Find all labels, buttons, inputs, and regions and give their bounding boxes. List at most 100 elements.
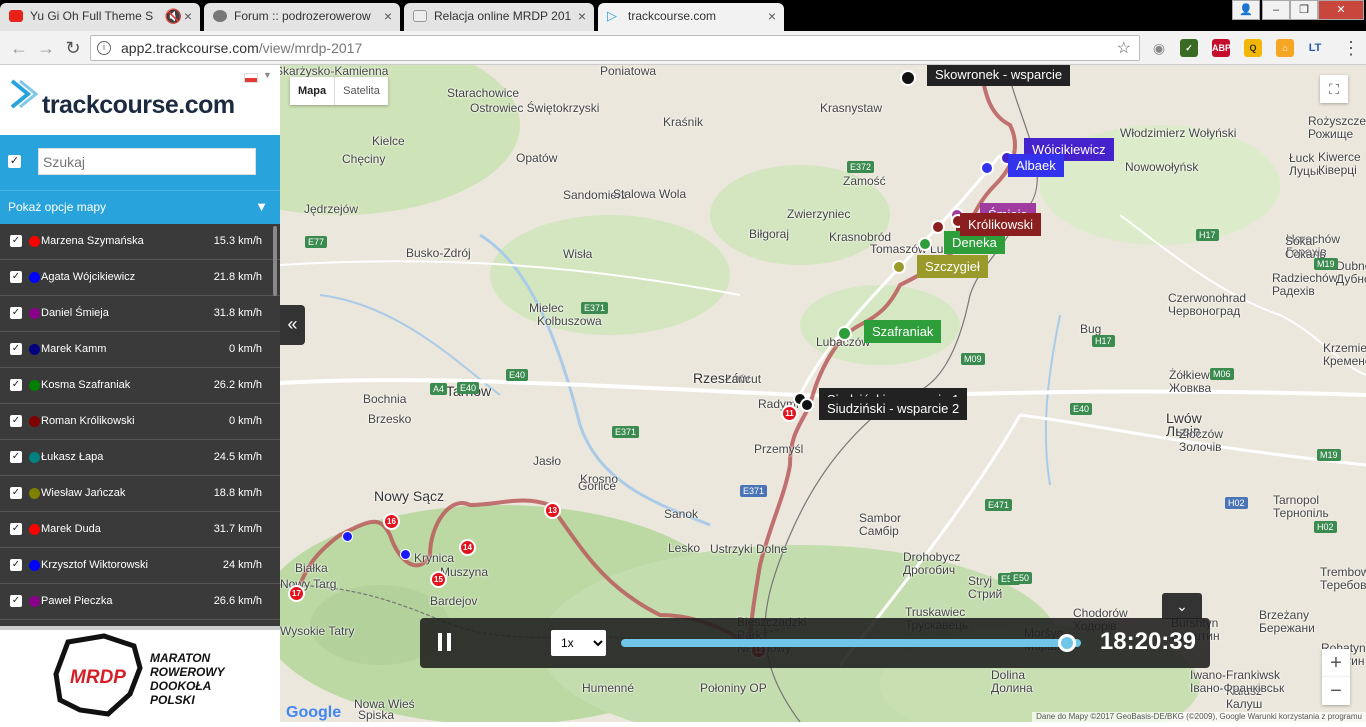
map-options-toggle[interactable]: Pokaż opcje mapy ▼ bbox=[0, 190, 280, 224]
close-icon[interactable]: × bbox=[184, 3, 192, 29]
shield-ext-icon[interactable]: ✓ bbox=[1180, 39, 1198, 57]
collapse-sidebar-button[interactable]: « bbox=[280, 305, 305, 345]
map-attribution: Dane do Mapy ©2017 GeoBasis-DE/BKG (©200… bbox=[1032, 712, 1366, 722]
playback-controls: 1x 18:20:39 bbox=[420, 618, 1210, 668]
town-label: Ostrowiec Świętokrzyski bbox=[470, 101, 600, 115]
tracker-pin[interactable] bbox=[980, 161, 994, 175]
close-icon[interactable]: × bbox=[384, 3, 392, 29]
abp-ext-icon[interactable]: ABP bbox=[1212, 39, 1231, 57]
rider-row[interactable]: ✓ Łukasz Łapa 24.5 km/h bbox=[0, 440, 280, 476]
rider-checkbox[interactable]: ✓ bbox=[10, 595, 22, 607]
timeline-slider[interactable] bbox=[621, 639, 1081, 647]
mute-icon[interactable]: 🔇 bbox=[165, 3, 182, 29]
playback-speed-select[interactable]: 1x bbox=[551, 630, 606, 656]
rider-row[interactable]: ✓ Kosma Szafraniak 26.2 km/h bbox=[0, 368, 280, 404]
back-icon[interactable]: ← bbox=[8, 37, 30, 59]
tracker-pin[interactable] bbox=[892, 260, 906, 274]
search-ext-icon[interactable]: Q bbox=[1244, 39, 1262, 57]
checkpoint-marker[interactable]: 15 bbox=[430, 571, 447, 588]
checkpoint-marker[interactable]: 13 bbox=[544, 502, 561, 519]
map-type-map-button[interactable]: Mapa bbox=[290, 77, 336, 105]
url-text: app2.trackcourse.com/view/mrdp-2017 bbox=[121, 40, 363, 56]
tab-trackcourse[interactable]: ▷ trackcourse.com × bbox=[598, 3, 784, 31]
tracker-label[interactable]: Szczygieł bbox=[917, 255, 988, 278]
town-label: Dubno Дубно bbox=[1336, 259, 1366, 286]
tracker-label[interactable]: Albaek bbox=[1008, 154, 1064, 177]
tracker-label[interactable]: Siudziński - wsparcie 2 bbox=[819, 397, 968, 420]
chevron-down-icon[interactable]: ▼ bbox=[263, 70, 272, 80]
forward-icon[interactable]: → bbox=[35, 37, 57, 59]
user-icon[interactable]: 👤 bbox=[1232, 0, 1260, 20]
checkpoint-marker[interactable]: 11 bbox=[781, 405, 798, 422]
rider-position-dot[interactable] bbox=[342, 531, 353, 542]
fullscreen-icon[interactable]: ⛶ bbox=[1320, 75, 1348, 103]
reload-icon[interactable]: ↻ bbox=[62, 37, 84, 59]
rider-row[interactable]: ✓ Paweł Pieczka 26.6 km/h bbox=[0, 584, 280, 620]
rider-row[interactable]: ✓ Daniel Śmieja 31.8 km/h bbox=[0, 296, 280, 332]
close-icon[interactable]: × bbox=[578, 3, 586, 29]
tracker-pin[interactable] bbox=[800, 398, 814, 412]
rider-row[interactable]: ✓ Roman Królikowski 0 km/h bbox=[0, 404, 280, 440]
rider-row[interactable]: ✓ Marzena Szymańska 15.3 km/h bbox=[0, 224, 280, 260]
road-shield: M06 bbox=[1210, 368, 1234, 380]
rider-checkbox[interactable]: ✓ bbox=[10, 487, 22, 499]
road-shield: E371 bbox=[740, 485, 768, 497]
tracker-label[interactable]: Szafraniak bbox=[864, 320, 942, 343]
checkpoint-marker[interactable]: 17 bbox=[288, 585, 305, 602]
window-close-button[interactable]: ✕ bbox=[1318, 0, 1364, 20]
map-type-satellite-button[interactable]: Satelita bbox=[335, 77, 388, 105]
tracker-pin[interactable] bbox=[918, 237, 932, 251]
search-input[interactable] bbox=[38, 148, 256, 175]
rider-checkbox[interactable]: ✓ bbox=[10, 343, 22, 355]
rider-name: Krzysztof Wiktorowski bbox=[41, 559, 148, 571]
trackcourse-icon: ▷ bbox=[607, 8, 617, 23]
close-icon[interactable]: × bbox=[768, 3, 776, 29]
flag-pl-icon[interactable] bbox=[244, 73, 258, 83]
rider-checkbox[interactable]: ✓ bbox=[10, 415, 22, 427]
tab-relacja[interactable]: Relacja online MRDP 201 × bbox=[404, 3, 594, 31]
rider-checkbox[interactable]: ✓ bbox=[10, 523, 22, 535]
hide-player-button[interactable]: ⌄ bbox=[1162, 593, 1202, 619]
tracker-label[interactable]: Skowronek - wsparcie bbox=[927, 65, 1071, 86]
address-bar[interactable]: i app2.trackcourse.com/view/mrdp-2017 ☆ bbox=[90, 35, 1140, 61]
pause-icon[interactable] bbox=[438, 633, 456, 656]
info-icon[interactable]: i bbox=[97, 41, 111, 55]
bookmark-star-icon[interactable]: ☆ bbox=[1117, 38, 1131, 58]
rider-row[interactable]: ✓ Krzysztof Wiktorowski 24 km/h bbox=[0, 548, 280, 584]
rider-row[interactable]: ✓ Agata Wójcikiewicz 21.8 km/h bbox=[0, 260, 280, 296]
rider-row[interactable]: ✓ Marek Kamm 0 km/h bbox=[0, 332, 280, 368]
select-all-checkbox[interactable]: ✓ bbox=[8, 155, 21, 168]
ublock-icon[interactable]: ◉ bbox=[1148, 37, 1170, 59]
rider-row[interactable]: ✓ Marek Duda 31.7 km/h bbox=[0, 512, 280, 548]
menu-icon[interactable]: ⋮ bbox=[1340, 37, 1362, 59]
rider-checkbox[interactable]: ✓ bbox=[10, 271, 22, 283]
zoom-out-button[interactable]: − bbox=[1322, 677, 1350, 705]
rider-checkbox[interactable]: ✓ bbox=[10, 307, 22, 319]
timeline-handle[interactable] bbox=[1058, 634, 1077, 652]
rider-checkbox[interactable]: ✓ bbox=[10, 235, 22, 247]
checkpoint-marker[interactable]: 16 bbox=[383, 513, 400, 530]
town-label: Chęciny bbox=[342, 152, 386, 166]
rider-row[interactable]: ✓ Wiesław Jańczak 18.8 km/h bbox=[0, 476, 280, 512]
town-label: Poniatowa bbox=[600, 65, 657, 78]
lt-ext-icon[interactable]: LT bbox=[1306, 39, 1324, 57]
minimize-button[interactable]: – bbox=[1262, 0, 1290, 20]
tracker-pin[interactable] bbox=[837, 326, 852, 341]
tab-youtube[interactable]: Yu Gi Oh Full Theme S 🔇 × bbox=[0, 3, 200, 31]
road-shield: H17 bbox=[1092, 335, 1115, 347]
rider-checkbox[interactable]: ✓ bbox=[10, 379, 22, 391]
rider-name: Paweł Pieczka bbox=[41, 595, 113, 607]
rider-checkbox[interactable]: ✓ bbox=[10, 451, 22, 463]
rider-position-dot[interactable] bbox=[400, 549, 411, 560]
checkpoint-marker[interactable]: 14 bbox=[459, 539, 476, 556]
tracker-pin[interactable] bbox=[900, 70, 916, 86]
map-canvas[interactable]: Skarżysko-Kamienna Starachowice Ostrowiec … bbox=[280, 65, 1366, 722]
tracker-pin[interactable] bbox=[931, 220, 945, 234]
tracker-label[interactable]: Królikowski bbox=[960, 213, 1042, 236]
maximize-button[interactable]: ❐ bbox=[1290, 0, 1318, 20]
zoom-in-button[interactable]: + bbox=[1322, 649, 1350, 677]
home-ext-icon[interactable]: ⌂ bbox=[1276, 39, 1294, 57]
tab-forum[interactable]: Forum :: podrozerowerow × bbox=[204, 3, 400, 31]
scrollbar[interactable] bbox=[273, 226, 277, 296]
rider-checkbox[interactable]: ✓ bbox=[10, 559, 22, 571]
